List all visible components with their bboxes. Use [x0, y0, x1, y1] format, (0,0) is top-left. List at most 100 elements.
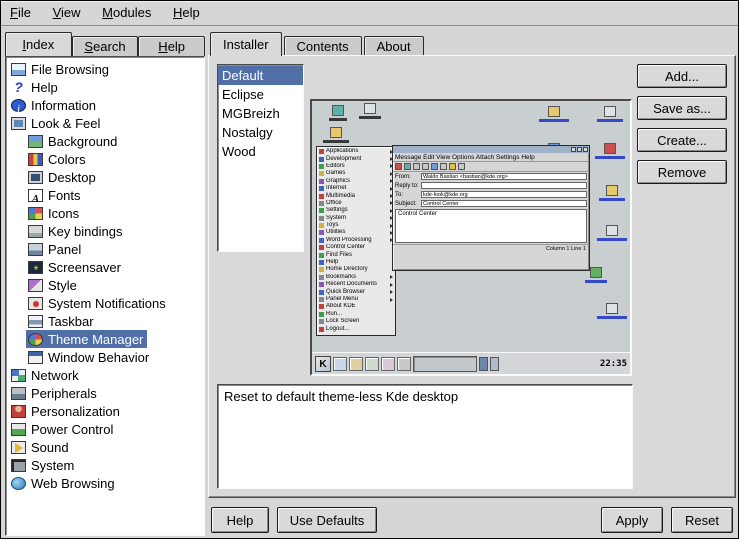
tree-item-key-bindings[interactable]: Key bindings: [26, 222, 126, 240]
help-button[interactable]: Help: [211, 507, 269, 533]
theme-item-wood[interactable]: Wood: [218, 142, 303, 161]
menu-help[interactable]: Help: [164, 1, 209, 25]
add-button[interactable]: Add...: [637, 64, 727, 88]
tree-item-label: Colors: [48, 152, 86, 167]
theme-item-eclipse[interactable]: Eclipse: [218, 85, 303, 104]
web-browsing-icon: [11, 477, 26, 490]
tab-about-label: About: [377, 37, 411, 56]
subject-field: Control Center: [421, 200, 587, 207]
system-icon: [11, 459, 26, 472]
tree-item-label: Taskbar: [48, 314, 94, 329]
right-tabbar: Installer Contents About: [210, 32, 426, 56]
tab-contents[interactable]: Contents: [284, 36, 362, 56]
theme-item-nostalgy[interactable]: Nostalgy: [218, 123, 303, 142]
menu-file[interactable]: File: [1, 1, 40, 25]
k-menu-button: K: [315, 356, 331, 372]
tree-item-peripherals[interactable]: Peripherals: [9, 384, 101, 402]
apply-button[interactable]: Apply: [601, 507, 663, 533]
tab-search[interactable]: Search: [72, 36, 139, 56]
pager-desktop-1: [479, 357, 488, 371]
tree-item-background[interactable]: Background: [26, 132, 121, 150]
field-label: Subject:: [395, 201, 421, 207]
field-label: From:: [395, 174, 421, 180]
tree-item-label: Icons: [48, 206, 79, 221]
preview-message-body: Control Center: [395, 209, 587, 243]
tab-about[interactable]: About: [364, 36, 424, 56]
desktop-icon: [316, 127, 356, 143]
tree-item-look-and-feel[interactable]: Look & Feel: [9, 114, 104, 132]
tree-item-colors[interactable]: Colors: [26, 150, 90, 168]
desktop-icon: [590, 143, 630, 159]
colors-icon: [28, 153, 43, 166]
tab-contents-label: Contents: [297, 37, 349, 56]
style-icon: [28, 279, 43, 292]
theme-item-mgbreizh[interactable]: MGBreizh: [218, 104, 303, 123]
theme-list: Default Eclipse MGBreizh Nostalgy Wood: [217, 64, 304, 252]
tab-help[interactable]: Help: [138, 36, 205, 56]
tree-item-label: System Notifications: [48, 296, 166, 311]
tree-item-label: File Browsing: [31, 62, 109, 77]
tab-index[interactable]: Index: [5, 32, 72, 56]
theme-item-default[interactable]: Default: [218, 66, 303, 85]
preview-composer-statusbar: Column 1 Line 1: [393, 244, 589, 252]
bottom-button-bar: Help Use Defaults Apply Reset: [208, 506, 736, 534]
tree-item-theme-manager[interactable]: Theme Manager: [26, 330, 147, 348]
preview-composer-menubar: Message Edit View Options Attach Setting…: [393, 153, 589, 162]
tree-item-web-browsing[interactable]: Web Browsing: [9, 474, 119, 492]
tree-item-window-behavior[interactable]: Window Behavior: [26, 348, 153, 366]
tree-item-fonts[interactable]: Fonts: [26, 186, 85, 204]
tree-item-label: Style: [48, 278, 77, 293]
theme-description: Reset to default theme-less Kde desktop: [217, 384, 633, 489]
system-notifications-icon: [28, 297, 43, 310]
personalization-icon: [11, 405, 26, 418]
tree-item-screensaver[interactable]: Screensaver: [26, 258, 125, 276]
save-as-button[interactable]: Save as...: [637, 96, 727, 120]
create-button[interactable]: Create...: [637, 128, 727, 152]
tree-item-system-notifications[interactable]: System Notifications: [26, 294, 170, 312]
tab-installer[interactable]: Installer: [210, 32, 282, 56]
tab-search-label: Search: [77, 37, 134, 56]
tree-item-panel[interactable]: Panel: [26, 240, 85, 258]
from-field: Waldo Bastian <bastian@kde.org>: [421, 173, 587, 180]
desktop-icon: [28, 171, 43, 184]
tree-item-power-control[interactable]: Power Control: [9, 420, 117, 438]
reply-to-field: [421, 182, 587, 189]
tree-item-label: Web Browsing: [31, 476, 115, 491]
remove-button[interactable]: Remove: [637, 160, 727, 184]
theme-preview-image: Applications Development Editors Games G…: [310, 99, 632, 376]
tree-item-taskbar[interactable]: Taskbar: [26, 312, 98, 330]
tree-item-label: Personalization: [31, 404, 120, 419]
tree-item-label: System: [31, 458, 74, 473]
tree-item-network[interactable]: Network: [9, 366, 83, 384]
menubar: File View Modules Help: [1, 1, 738, 26]
tree-item-personalization[interactable]: Personalization: [9, 402, 124, 420]
field-label: To:: [395, 192, 421, 198]
module-tree: File Browsing Help Information Look & Fe…: [5, 56, 205, 536]
pager-desktop-2: [490, 357, 499, 371]
reset-button[interactable]: Reset: [671, 507, 733, 533]
tree-item-icons[interactable]: Icons: [26, 204, 83, 222]
tree-item-system[interactable]: System: [9, 456, 78, 474]
fonts-icon: [28, 189, 43, 202]
taskbar-clock: 22:35: [600, 359, 627, 369]
tree-item-file-browsing[interactable]: File Browsing: [9, 60, 113, 78]
tree-item-label: Peripherals: [31, 386, 97, 401]
tab-installer-label: Installer: [223, 33, 269, 56]
tree-item-style[interactable]: Style: [26, 276, 81, 294]
theme-actions: Add... Save as... Create... Remove: [637, 64, 727, 192]
taskbar-icon: [28, 315, 43, 328]
tree-item-information[interactable]: Information: [9, 96, 100, 114]
tree-item-label: Panel: [48, 242, 81, 257]
desktop-icon: [350, 103, 390, 119]
use-defaults-button[interactable]: Use Defaults: [277, 507, 377, 533]
menu-view[interactable]: View: [44, 1, 90, 25]
tree-item-label: Sound: [31, 440, 69, 455]
menu-modules[interactable]: Modules: [93, 1, 160, 25]
tree-item-help[interactable]: Help: [9, 78, 62, 96]
preview-taskbar: K 22:35: [312, 352, 630, 374]
desktop-icon: [592, 225, 632, 241]
taskbar-icon: [397, 357, 411, 371]
desktop-icon: [534, 106, 574, 122]
tree-item-desktop[interactable]: Desktop: [26, 168, 100, 186]
tree-item-sound[interactable]: Sound: [9, 438, 73, 456]
